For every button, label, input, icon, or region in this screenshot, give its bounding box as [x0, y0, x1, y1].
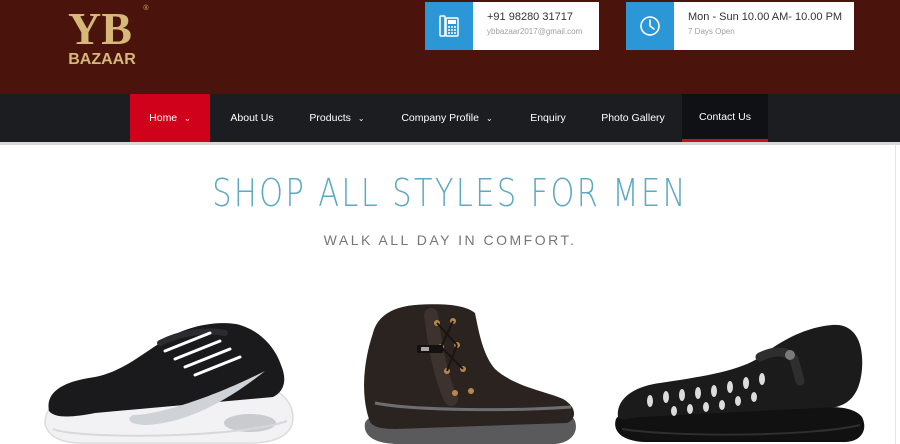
sneaker-image: [35, 321, 300, 444]
scroll-edge: [895, 145, 896, 444]
nav-home[interactable]: Home ⌄: [130, 94, 210, 142]
contact-email[interactable]: ybbazaar2017@gmail.com: [487, 25, 582, 39]
nav-enquiry-label: Enquiry: [530, 112, 566, 124]
nav-contact-us-label: Contact Us: [699, 110, 751, 123]
phone-number[interactable]: +91 98280 31717: [487, 10, 582, 24]
nav-about-us[interactable]: About Us: [218, 94, 286, 142]
yb-bazaar-logo[interactable]: YB ® BAZAAR: [50, 0, 150, 70]
svg-text:YB: YB: [68, 3, 132, 54]
nav-company-profile-label: Company Profile: [401, 112, 479, 124]
chevron-down-icon: ⌄: [485, 113, 493, 123]
hero-banner[interactable]: SHOP ALL STYLES FOR MEN WALK ALL DAY IN …: [0, 145, 900, 444]
nav-home-label: Home: [149, 112, 178, 124]
opening-hours: Mon - Sun 10.00 AM- 10.00 PM: [688, 11, 843, 23]
nav-contact-us[interactable]: Contact Us: [682, 94, 768, 142]
clock-icon: [626, 2, 674, 50]
banner-subline: WALK ALL DAY IN COMFORT.: [323, 232, 577, 248]
svg-text:®: ®: [143, 4, 149, 12]
nav-company-profile[interactable]: Company Profile ⌄: [392, 94, 502, 142]
nav-products-label: Products: [309, 112, 351, 124]
days-open-note: 7 Days Open: [688, 27, 735, 36]
opening-hours-box: Mon - Sun 10.00 AM- 10.00 PM 7 Days Open: [626, 2, 854, 50]
nav-products[interactable]: Products ⌄: [300, 94, 374, 142]
nav-photo-gallery-label: Photo Gallery: [601, 112, 665, 124]
banner-headline: SHOP ALL STYLES FOR MEN: [212, 171, 688, 215]
chevron-down-icon: ⌄: [357, 113, 365, 123]
nav-enquiry[interactable]: Enquiry: [518, 94, 578, 142]
main-navigation: Home ⌄ About Us Products ⌄ Company Profi…: [0, 94, 900, 142]
boot-image: [355, 303, 580, 444]
phone-icon: [425, 2, 473, 50]
nav-about-us-label: About Us: [230, 112, 274, 124]
chevron-down-icon: ⌄: [184, 113, 191, 123]
top-header: YB ® BAZAAR +91 98280 31717 ybbazaar2017…: [0, 0, 900, 94]
phone-contact-box: +91 98280 31717 ybbazaar2017@gmail.com: [425, 2, 599, 50]
nav-photo-gallery[interactable]: Photo Gallery: [592, 94, 674, 142]
svg-text:BAZAAR: BAZAAR: [68, 51, 136, 68]
sandal-image: [610, 321, 870, 444]
